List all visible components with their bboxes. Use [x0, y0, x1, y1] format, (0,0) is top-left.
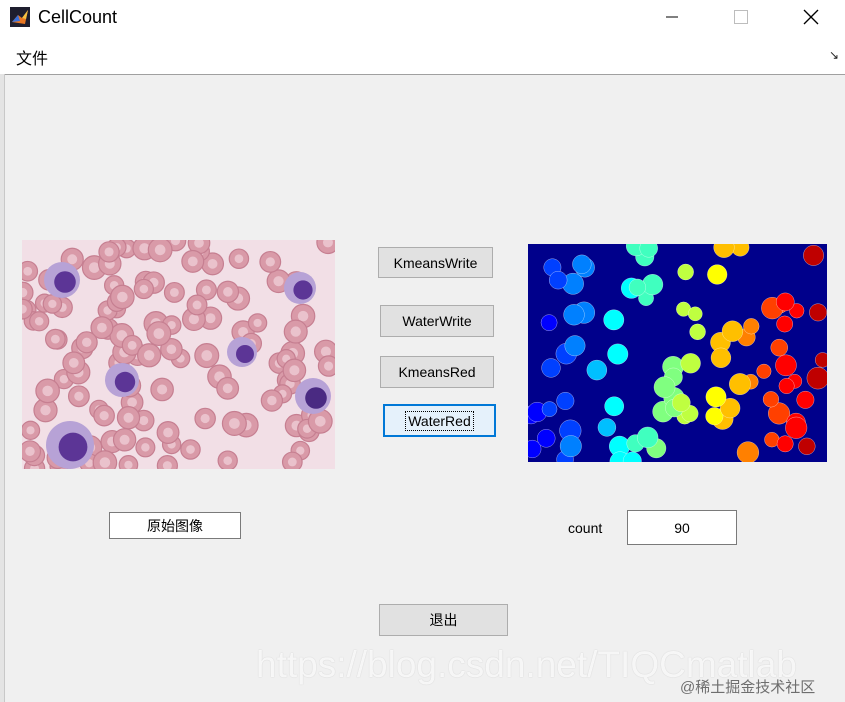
- exit-button[interactable]: 退出: [379, 604, 508, 636]
- kmeans-red-label: KmeansRed: [398, 364, 476, 380]
- segmented-image: [528, 244, 827, 462]
- water-red-label: WaterRed: [405, 410, 474, 431]
- original-image-label: 原始图像: [147, 517, 203, 534]
- water-red-button[interactable]: WaterRed: [383, 404, 496, 437]
- matlab-icon: [10, 7, 30, 27]
- minimize-icon: [666, 16, 678, 18]
- cellcount-window: CellCount 文件 ↘ KmeansWrite WaterWrite Km…: [0, 0, 845, 702]
- kmeans-write-label: KmeansWrite: [393, 254, 478, 271]
- kmeans-write-button[interactable]: KmeansWrite: [378, 247, 493, 278]
- segmentation-result-image: [528, 244, 827, 462]
- original-image: [22, 240, 335, 469]
- menu-bar: 文件 ↘: [0, 34, 845, 75]
- count-value: 90: [674, 519, 690, 536]
- water-write-label: WaterWrite: [402, 313, 472, 329]
- kmeans-red-button[interactable]: KmeansRed: [380, 356, 494, 388]
- watermark-community: @稀土掘金技术社区: [680, 679, 816, 696]
- window-title: CellCount: [38, 7, 118, 27]
- count-field: 90: [627, 510, 737, 545]
- minimize-button[interactable]: [649, 0, 695, 34]
- blood-smear-image: [22, 240, 335, 469]
- count-label: count: [568, 520, 603, 536]
- exit-label: 退出: [429, 612, 458, 628]
- dock-arrow-icon[interactable]: ↘: [829, 48, 839, 62]
- maximize-icon: [734, 10, 748, 24]
- close-button[interactable]: [788, 0, 834, 34]
- water-write-button[interactable]: WaterWrite: [380, 305, 494, 337]
- original-image-label-box: 原始图像: [109, 512, 241, 539]
- menu-file[interactable]: 文件: [16, 45, 48, 69]
- maximize-button[interactable]: [718, 0, 764, 34]
- close-icon: [803, 9, 819, 25]
- title-bar: CellCount: [0, 0, 845, 34]
- window-left-edge: [0, 74, 5, 702]
